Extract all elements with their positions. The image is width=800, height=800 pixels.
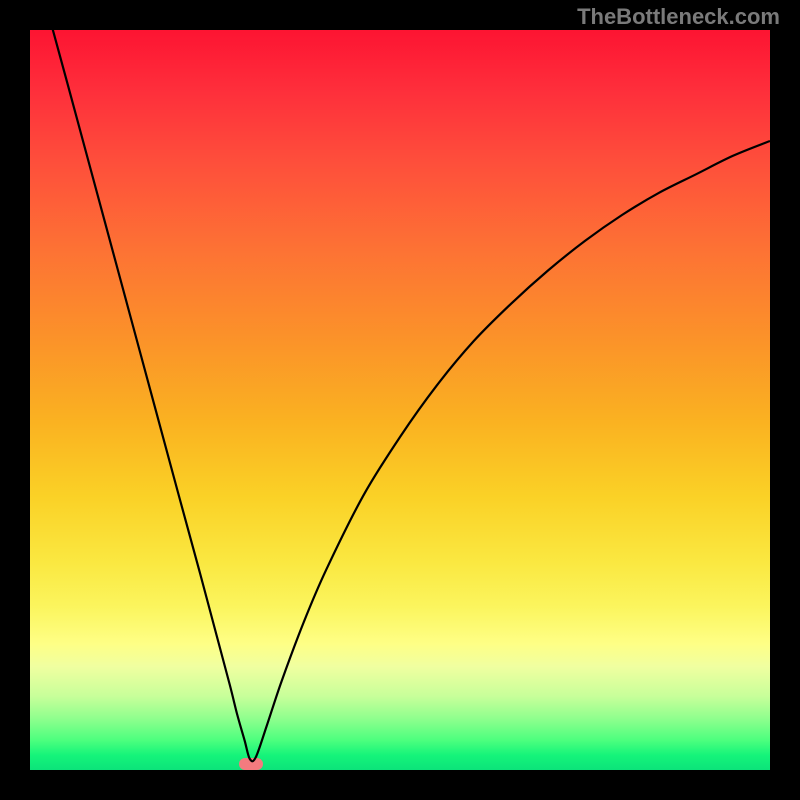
bottleneck-curve xyxy=(45,30,770,761)
curve-svg xyxy=(30,30,770,770)
watermark-text: TheBottleneck.com xyxy=(577,4,780,30)
plot-area xyxy=(30,30,770,770)
chart-container: TheBottleneck.com xyxy=(0,0,800,800)
